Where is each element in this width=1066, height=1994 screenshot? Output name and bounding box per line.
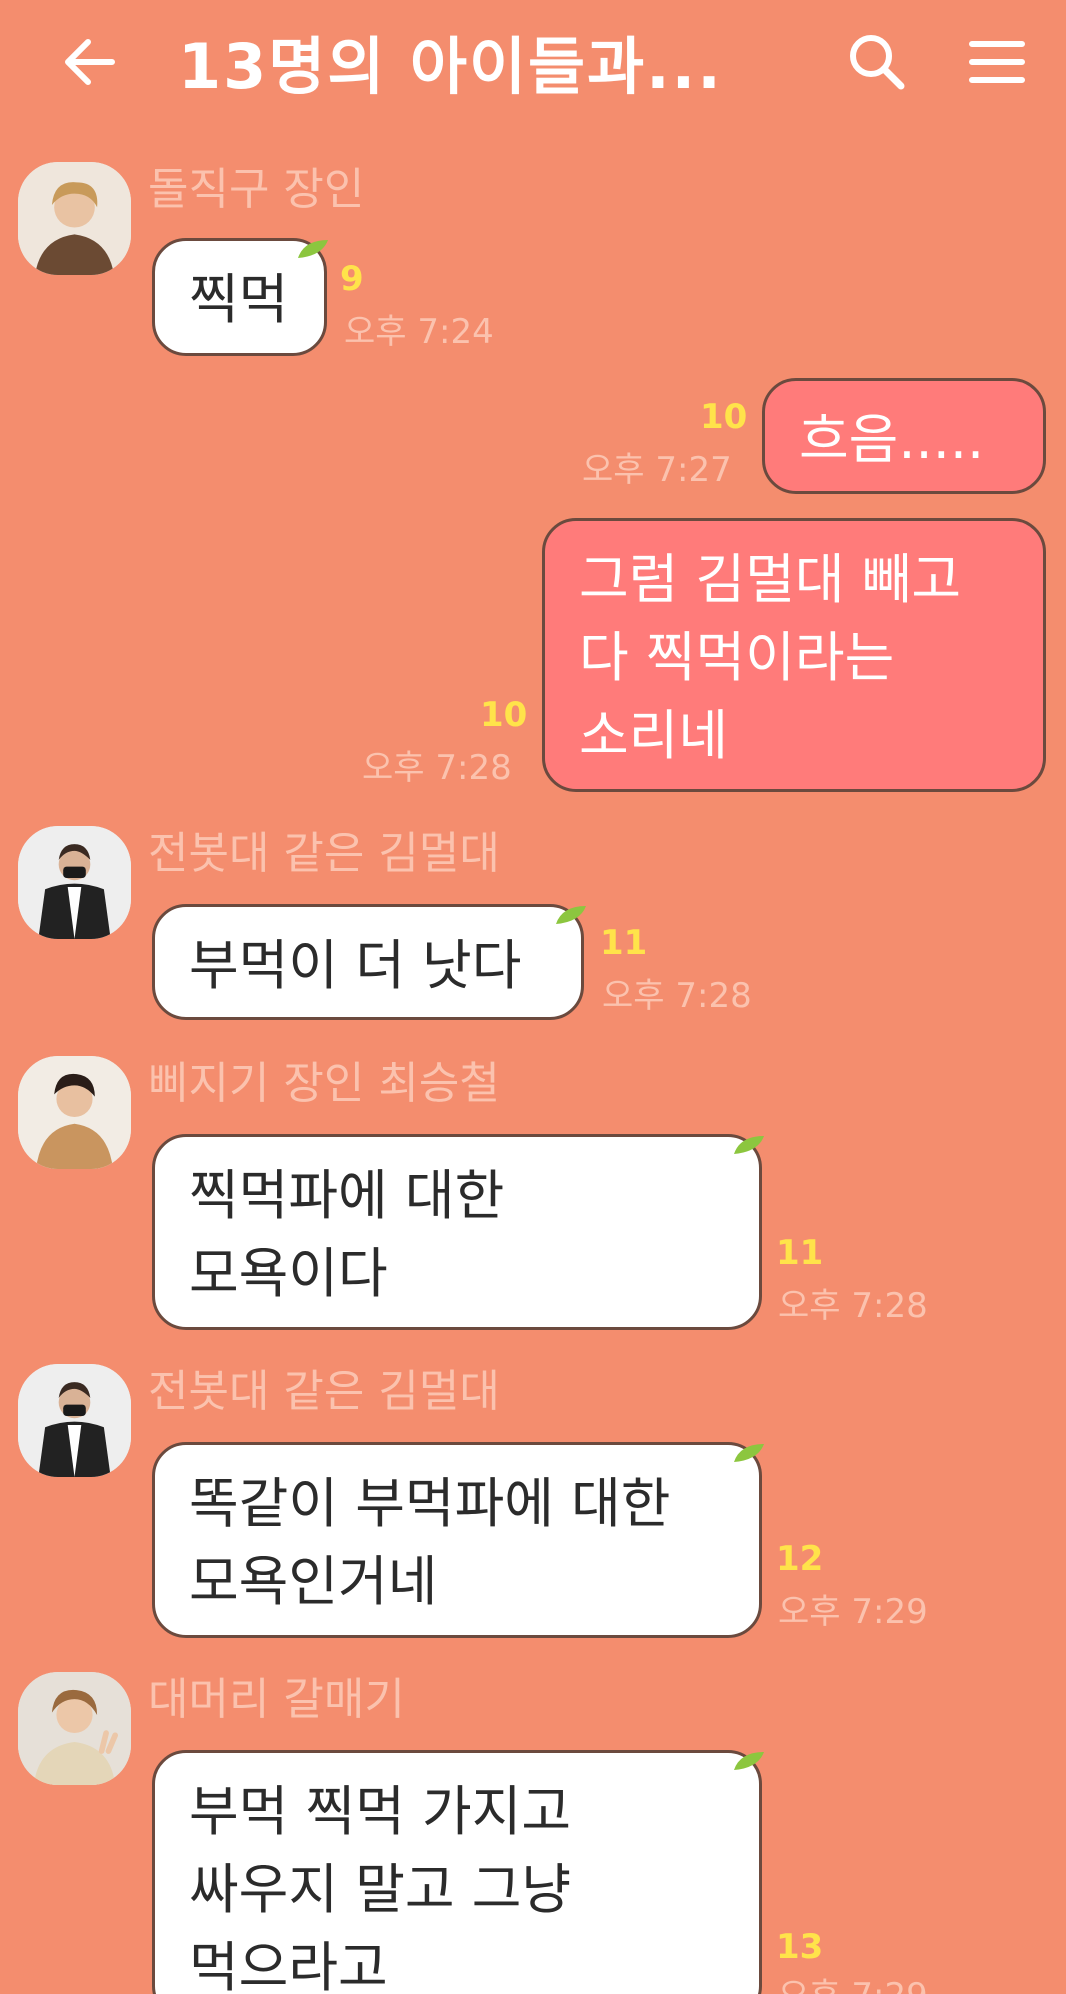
- sender-name: 돌직구 장인: [148, 164, 365, 215]
- message-time: 오후 7:27: [582, 450, 732, 490]
- unread-count: 9: [340, 259, 364, 299]
- avatar[interactable]: [18, 162, 131, 275]
- sender-name: 전봇대 같은 김멀대: [148, 1366, 500, 1417]
- back-button[interactable]: [58, 30, 122, 94]
- message-time: 오후 7:28: [778, 1286, 928, 1326]
- avatar[interactable]: [18, 1364, 131, 1477]
- unread-count: 12: [776, 1539, 824, 1579]
- unread-count: 10: [480, 695, 528, 735]
- message-bubble[interactable]: 똑같이 부먹파에 대한 모욕인거네: [152, 1442, 762, 1638]
- profile-photo: [18, 826, 131, 939]
- avatar[interactable]: [18, 826, 131, 939]
- message-time: 오후 7:24: [344, 312, 494, 352]
- menu-button[interactable]: [962, 30, 1032, 94]
- leaf-icon: [734, 1136, 764, 1154]
- message-bubble[interactable]: 찍먹파에 대한 모욕이다: [152, 1134, 762, 1330]
- unread-count: 13: [776, 1927, 824, 1967]
- leaf-icon: [298, 240, 328, 258]
- sender-name: 전봇대 같은 김멀대: [148, 828, 500, 879]
- unread-count: 10: [700, 397, 748, 437]
- message-time: 오후 7:28: [602, 976, 752, 1016]
- avatar[interactable]: [18, 1056, 131, 1169]
- avatar[interactable]: [18, 1672, 131, 1785]
- profile-photo: [18, 162, 131, 275]
- hamburger-menu-icon: [969, 41, 1025, 83]
- profile-photo: [18, 1364, 131, 1477]
- message-time: 오후 7:29: [778, 1592, 928, 1632]
- message-bubble[interactable]: 부먹 찍먹 가지고 싸우지 말고 그냥 먹으라고: [152, 1750, 762, 1994]
- profile-photo: [18, 1056, 131, 1169]
- message-bubble[interactable]: 부먹이 더 낫다: [152, 904, 584, 1020]
- leaf-icon: [734, 1444, 764, 1462]
- sender-name: 삐지기 장인 최승철: [148, 1058, 500, 1109]
- sender-name: 대머리 갈매기: [148, 1674, 405, 1725]
- profile-photo: [18, 1672, 131, 1785]
- chat-room-title: 13명의 아이들과...: [178, 30, 723, 103]
- unread-count: 11: [776, 1233, 824, 1273]
- search-icon: [850, 35, 905, 90]
- message-bubble[interactable]: 그럼 김멀대 빼고 다 찍먹이라는 소리네: [542, 518, 1046, 792]
- unread-count: 11: [600, 923, 648, 963]
- message-time: 오후 7:28: [362, 748, 512, 788]
- arrow-left-icon: [65, 39, 115, 85]
- message-bubble[interactable]: 흐음.....: [762, 378, 1046, 494]
- search-button[interactable]: [845, 30, 909, 94]
- chat-header: 13명의 아이들과...: [0, 0, 1066, 130]
- message-time: 오후 7:29: [778, 1974, 928, 1994]
- leaf-icon: [556, 906, 586, 924]
- leaf-icon: [734, 1752, 764, 1770]
